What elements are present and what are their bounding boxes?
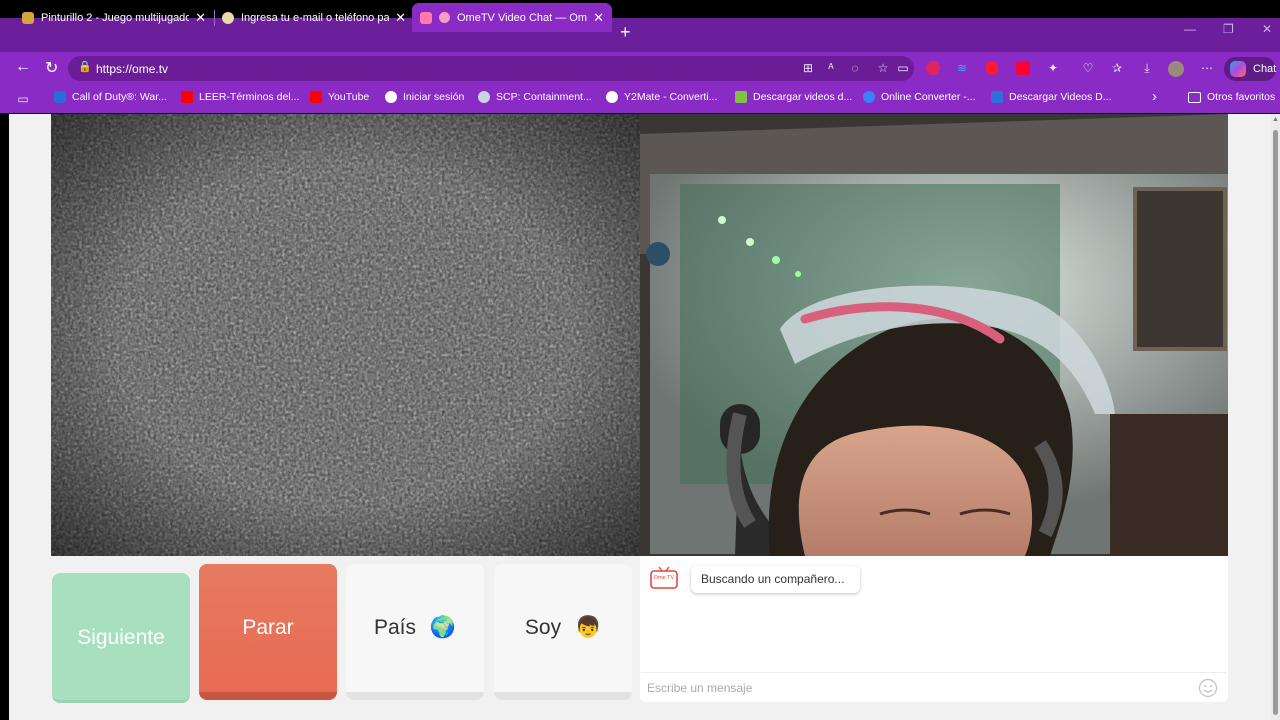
bookmark-y2mate[interactable]: Y2Mate - Converti... [606, 91, 717, 103]
webcam-image [640, 114, 1228, 556]
scroll-up-arrow-icon[interactable]: ▲ [1272, 116, 1279, 123]
address-bar[interactable] [68, 56, 914, 81]
tab-close-icon[interactable]: ✕ [195, 10, 206, 26]
stranger-video [51, 114, 640, 556]
bookmark-label: Online Converter -... [881, 91, 976, 103]
message-input[interactable] [645, 676, 1194, 700]
other-favorites-label: Otros favoritos [1207, 91, 1276, 103]
bookmark-youtube[interactable]: YouTube [310, 91, 369, 103]
gender-label: Soy [524, 616, 562, 639]
bookmark-label: Y2Mate - Converti... [624, 91, 718, 103]
bookmark-descargar-videos[interactable]: Descargar videos d... [735, 91, 852, 103]
tracking-icon[interactable]: ◌ [848, 61, 862, 75]
static-noise-image [51, 114, 640, 556]
bookmark-label: YouTube [328, 91, 370, 103]
lock-icon[interactable]: 🔒 [78, 60, 92, 73]
bookmark-label: Iniciar sesión [403, 91, 465, 103]
more-menu-icon[interactable]: ⋯ [1200, 61, 1214, 75]
media-playing-icon [420, 11, 432, 24]
downloads-icon[interactable]: ⤓ [1140, 61, 1154, 75]
scrollbar-thumb[interactable] [1273, 130, 1278, 715]
bookmark-label: Descargar Videos D... [1009, 91, 1112, 103]
pinturillo-favicon-icon [22, 11, 34, 24]
y2mate-icon [606, 91, 618, 103]
maximize-button[interactable]: ❐ [1223, 22, 1234, 36]
download-green-icon [735, 91, 747, 103]
bookmark-label: LEER-Términos del... [199, 91, 300, 103]
tab-title: Ingresa tu e-mail o teléfono para i [241, 11, 390, 24]
boy-icon: 👦 [574, 616, 602, 639]
url-text[interactable]: https://ome.tv [96, 62, 168, 76]
translate-icon[interactable]: ᴬ [824, 61, 838, 75]
bookmark-iniciar-sesion[interactable]: Iniciar sesión [385, 91, 464, 103]
extension-red-icon[interactable] [926, 61, 940, 75]
next-button[interactable]: Siguiente [52, 573, 190, 703]
ometv-logo-icon: Ome TV [650, 567, 678, 589]
tab-close-icon[interactable]: ✕ [593, 10, 604, 26]
tab-login[interactable]: Ingresa tu e-mail o teléfono para i ✕ [214, 3, 414, 32]
emoji-icon[interactable] [1198, 678, 1218, 698]
tab-ometv[interactable]: OmeTV Video Chat — Omegle ✕ [412, 3, 612, 32]
back-button[interactable]: ← [15, 58, 31, 76]
camera-icon[interactable]: ▭ [896, 61, 910, 75]
tab-actions-icon[interactable]: ▭ [16, 92, 30, 106]
stop-button[interactable]: Parar [199, 564, 337, 700]
chat-divider [641, 672, 1227, 673]
tab-close-icon[interactable]: ✕ [395, 10, 406, 26]
bookmark-leer[interactable]: LEER-Términos del... [181, 91, 299, 103]
tab-title: Pinturillo 2 - Juego multijugador o [41, 11, 190, 24]
steam-icon [478, 91, 490, 103]
reload-button[interactable]: ↻ [45, 58, 58, 78]
web-icon [385, 91, 397, 103]
converter-icon [863, 91, 875, 103]
login-favicon-icon [222, 11, 234, 24]
bookmark-scp[interactable]: SCP: Containment... [478, 91, 592, 103]
minimize-button[interactable]: — [1184, 22, 1196, 36]
bookmark-descargar-videos-d[interactable]: Descargar Videos D... [991, 91, 1112, 103]
download-blue-icon [991, 91, 1003, 103]
tab-pinturillo[interactable]: Pinturillo 2 - Juego multijugador o ✕ [14, 3, 214, 32]
bookmark-label: Call of Duty®: War... [72, 91, 167, 103]
browser-essentials-icon[interactable]: ♡ [1081, 61, 1095, 75]
other-favorites[interactable]: Otros favoritos [1188, 91, 1275, 103]
profile-avatar-icon[interactable] [1168, 61, 1184, 77]
favorite-star-icon[interactable]: ☆ [876, 61, 890, 75]
gender-button[interactable]: Soy 👦 [494, 564, 632, 700]
extension-opera-icon[interactable] [986, 61, 998, 75]
country-button[interactable]: País 🌍 [346, 564, 484, 700]
self-camera-video [640, 114, 1228, 556]
extension-youtube-icon[interactable] [1016, 61, 1030, 75]
bookmark-label: SCP: Containment... [496, 91, 592, 103]
extension-blue-icon[interactable]: ≋ [955, 61, 969, 75]
ometv-logo-text: Ome TV [654, 575, 675, 581]
chat-label: Chat [1253, 63, 1277, 75]
cod-icon [54, 91, 66, 103]
status-message: Buscando un compañero... [691, 566, 860, 593]
close-window-button[interactable]: ✕ [1262, 22, 1272, 36]
extensions-icon[interactable]: ✦ [1046, 61, 1060, 75]
bookmarks-overflow-chevron-icon[interactable]: › [1152, 88, 1157, 105]
bookmark-cod[interactable]: Call of Duty®: War... [54, 91, 167, 103]
new-tab-button[interactable]: + [620, 22, 631, 43]
folder-icon [1188, 91, 1201, 103]
app-available-icon[interactable]: ⊞ [801, 61, 815, 75]
country-label: País [373, 616, 417, 639]
ometv-favicon-icon [439, 12, 450, 23]
bookmark-label: Descargar videos d... [753, 91, 853, 103]
globe-icon: 🌍 [429, 616, 457, 639]
youtube-icon [310, 91, 322, 103]
bookmark-online-converter[interactable]: Online Converter -... [863, 91, 976, 103]
youtube-icon [181, 91, 193, 103]
copilot-icon [1230, 61, 1246, 77]
favorites-icon[interactable]: ✰ [1110, 61, 1124, 75]
tab-title: OmeTV Video Chat — Omegle [457, 11, 588, 24]
